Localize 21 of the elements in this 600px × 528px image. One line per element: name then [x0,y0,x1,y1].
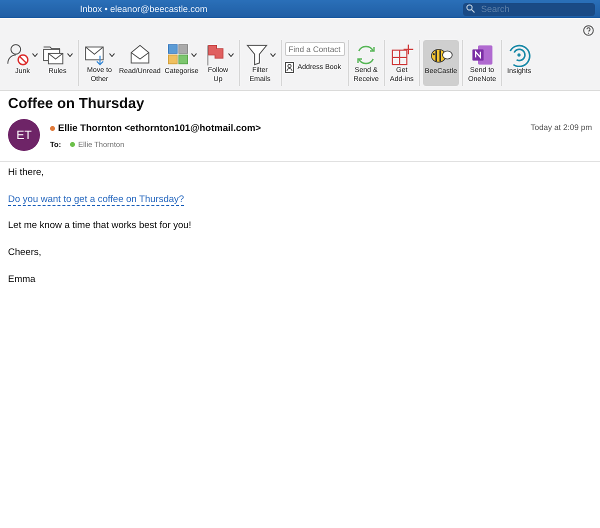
body-text: Cheers, [8,247,42,258]
suggested-meeting-link[interactable]: Do you want to get a coffee on Thursday? [8,194,184,206]
message-time: Today at 2:09 pm [530,122,592,132]
help-icon[interactable] [583,25,594,36]
insights-icon [507,43,532,67]
junk-icon [7,43,31,67]
search-icon [466,4,475,13]
sender-name: Ellie Thornton <ethornton101@hotmail.com> [58,123,261,134]
window-title: Inbox • eleanor@beecastle.com [80,4,208,14]
categories-icon [166,43,190,67]
contact-search-field[interactable]: Find a Contact [284,42,344,56]
search-field[interactable]: Search [463,2,595,16]
add-ins-icon [390,42,414,66]
body-text: Hi there, [8,167,45,178]
body-text: Emma [8,274,36,285]
body-text: Let me know a time that works best for you! [8,220,192,231]
message-subject: Coffee on Thursday [8,96,146,112]
address-book-icon [284,62,294,73]
avatar: ET [8,119,40,151]
onenote-icon [470,42,494,66]
filter-icon [244,42,268,66]
